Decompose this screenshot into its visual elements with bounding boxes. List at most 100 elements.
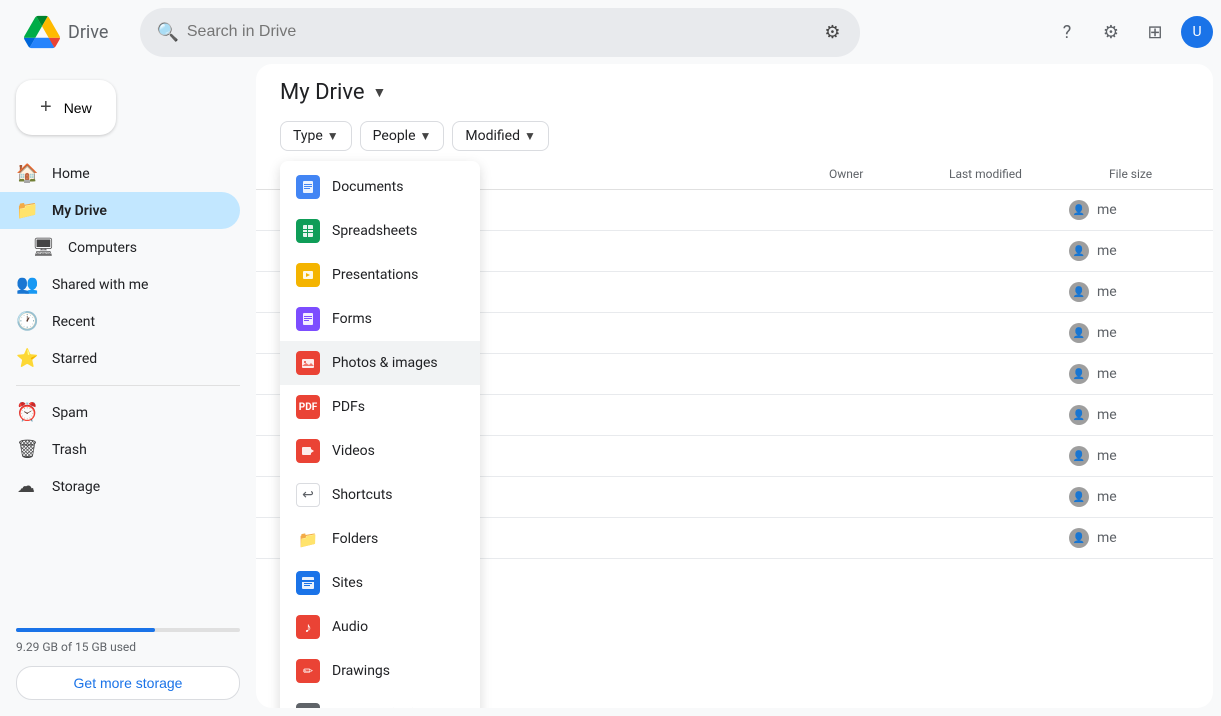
app-container: Drive 🔍 ⚙ ? ⚙ ⊞ U + New 🏠 Home 📁: [0, 0, 1221, 716]
row-owner-8: 👤me: [1069, 487, 1189, 507]
recent-icon: 🕐: [16, 311, 36, 332]
sidebar-label-home: Home: [52, 166, 90, 182]
type-filter-chip[interactable]: Type ▼: [280, 121, 352, 151]
sidebar-item-recent[interactable]: 🕐 Recent: [0, 303, 240, 340]
drive-title-row: My Drive ▼: [256, 64, 1213, 113]
user-avatar[interactable]: U: [1181, 16, 1213, 48]
sidebar-item-spam[interactable]: ⏰ Spam: [0, 394, 240, 431]
gdrive-icon: [24, 14, 60, 50]
sidebar-item-trash[interactable]: 🗑 Trash: [0, 431, 240, 468]
sidebar-item-computers[interactable]: 🖥 Computers: [0, 229, 240, 266]
sidebar-label-computers: Computers: [68, 240, 137, 256]
computers-icon: 🖥: [32, 237, 52, 258]
row-owner-2: 👤me: [1069, 241, 1189, 261]
sidebar-item-home[interactable]: 🏠 Home: [0, 155, 240, 192]
type-chevron-icon: ▼: [327, 129, 339, 143]
dropdown-item-sites[interactable]: Sites: [280, 561, 480, 605]
nav-section: 🏠 Home 📁 My Drive 🖥 Computers 👥 Shared w…: [0, 155, 256, 505]
audio-icon: ♪: [296, 615, 320, 639]
type-dropdown: Documents Spreadsheets Presentations: [280, 161, 480, 708]
dropdown-item-archives[interactable]: ZIP Archives (zip): [280, 693, 480, 708]
row-owner-9: 👤me: [1069, 528, 1189, 548]
new-button[interactable]: + New: [16, 80, 116, 135]
dropdown-item-videos[interactable]: Videos: [280, 429, 480, 473]
get-storage-button[interactable]: Get more storage: [16, 666, 240, 700]
row-avatar-9: 👤: [1069, 528, 1089, 548]
app-title: Drive: [68, 22, 108, 43]
dropdown-item-pdfs[interactable]: PDF PDFs: [280, 385, 480, 429]
filter-sliders-icon[interactable]: ⚙: [820, 18, 844, 47]
row-owner-7: 👤me: [1069, 446, 1189, 466]
dropdown-item-folders[interactable]: 📁 Folders: [280, 517, 480, 561]
col-header-modified: Last modified: [949, 167, 1109, 181]
sidebar-label-recent: Recent: [52, 314, 95, 330]
photos-icon: [296, 351, 320, 375]
dropdown-item-photos[interactable]: Photos & images: [280, 341, 480, 385]
sidebar-item-my-drive[interactable]: 📁 My Drive: [0, 192, 240, 229]
trash-icon: 🗑: [16, 439, 36, 460]
my-drive-icon: 📁: [16, 200, 36, 221]
pdfs-icon: PDF: [296, 395, 320, 419]
search-icon: 🔍: [156, 22, 178, 43]
drive-title: My Drive: [280, 80, 365, 105]
spreadsheets-icon: [296, 219, 320, 243]
row-owner-5: 👤me: [1069, 364, 1189, 384]
storage-bar-background: [16, 628, 240, 632]
sidebar-label-my-drive: My Drive: [52, 203, 107, 219]
drawings-icon: ✏: [296, 659, 320, 683]
shortcuts-icon: ↩: [296, 483, 320, 507]
search-input[interactable]: [187, 23, 812, 41]
row-owner-3: 👤me: [1069, 282, 1189, 302]
sidebar-item-storage[interactable]: ☁ Storage: [0, 468, 240, 505]
presentations-label: Presentations: [332, 267, 418, 283]
presentations-icon: [296, 263, 320, 287]
people-filter-chip[interactable]: People ▼: [360, 121, 445, 151]
shortcuts-label: Shortcuts: [332, 487, 393, 503]
row-avatar-2: 👤: [1069, 241, 1089, 261]
row-avatar-6: 👤: [1069, 405, 1089, 425]
help-icon[interactable]: ?: [1049, 14, 1085, 50]
sidebar: + New 🏠 Home 📁 My Drive 🖥 Computers 👥 Sh…: [0, 64, 256, 716]
dropdown-item-forms[interactable]: Forms: [280, 297, 480, 341]
row-avatar-1: 👤: [1069, 200, 1089, 220]
archives-label: Archives (zip): [332, 707, 417, 708]
modified-chevron-icon: ▼: [524, 129, 536, 143]
main-content: My Drive ▼ Type ▼ People ▼ Modified ▼: [256, 64, 1213, 708]
forms-icon: [296, 307, 320, 331]
storage-icon: ☁: [16, 476, 36, 497]
videos-icon: [296, 439, 320, 463]
pdfs-label: PDFs: [332, 399, 365, 415]
top-app-bar: Drive 🔍 ⚙ ? ⚙ ⊞ U: [0, 0, 1221, 64]
nav-divider-1: [16, 385, 240, 386]
folders-icon: 📁: [296, 527, 320, 551]
search-box[interactable]: 🔍 ⚙: [140, 8, 860, 57]
documents-icon: [296, 175, 320, 199]
modified-filter-chip[interactable]: Modified ▼: [452, 121, 548, 151]
drawings-label: Drawings: [332, 663, 390, 679]
dropdown-item-documents[interactable]: Documents: [280, 165, 480, 209]
sidebar-item-shared[interactable]: 👥 Shared with me: [0, 266, 240, 303]
sidebar-label-starred: Starred: [52, 351, 97, 367]
dropdown-item-audio[interactable]: ♪ Audio: [280, 605, 480, 649]
storage-text: 9.29 GB of 15 GB used: [16, 640, 240, 654]
documents-label: Documents: [332, 179, 403, 195]
dropdown-item-shortcuts[interactable]: ↩ Shortcuts: [280, 473, 480, 517]
dropdown-item-presentations[interactable]: Presentations: [280, 253, 480, 297]
sidebar-label-trash: Trash: [52, 442, 87, 458]
modified-label: Modified: [465, 128, 520, 144]
grid-icon[interactable]: ⊞: [1137, 14, 1173, 50]
settings-icon[interactable]: ⚙: [1093, 14, 1129, 50]
row-avatar-7: 👤: [1069, 446, 1089, 466]
sites-label: Sites: [332, 575, 363, 591]
sidebar-label-storage: Storage: [52, 479, 100, 495]
drive-title-chevron[interactable]: ▼: [373, 84, 387, 101]
sidebar-item-starred[interactable]: ⭐ Starred: [0, 340, 240, 377]
dropdown-item-drawings[interactable]: ✏ Drawings: [280, 649, 480, 693]
storage-bar-fill: [16, 628, 155, 632]
sites-icon: [296, 571, 320, 595]
row-avatar-3: 👤: [1069, 282, 1089, 302]
row-owner-6: 👤me: [1069, 405, 1189, 425]
row-avatar-5: 👤: [1069, 364, 1089, 384]
audio-label: Audio: [332, 619, 368, 635]
dropdown-item-spreadsheets[interactable]: Spreadsheets: [280, 209, 480, 253]
